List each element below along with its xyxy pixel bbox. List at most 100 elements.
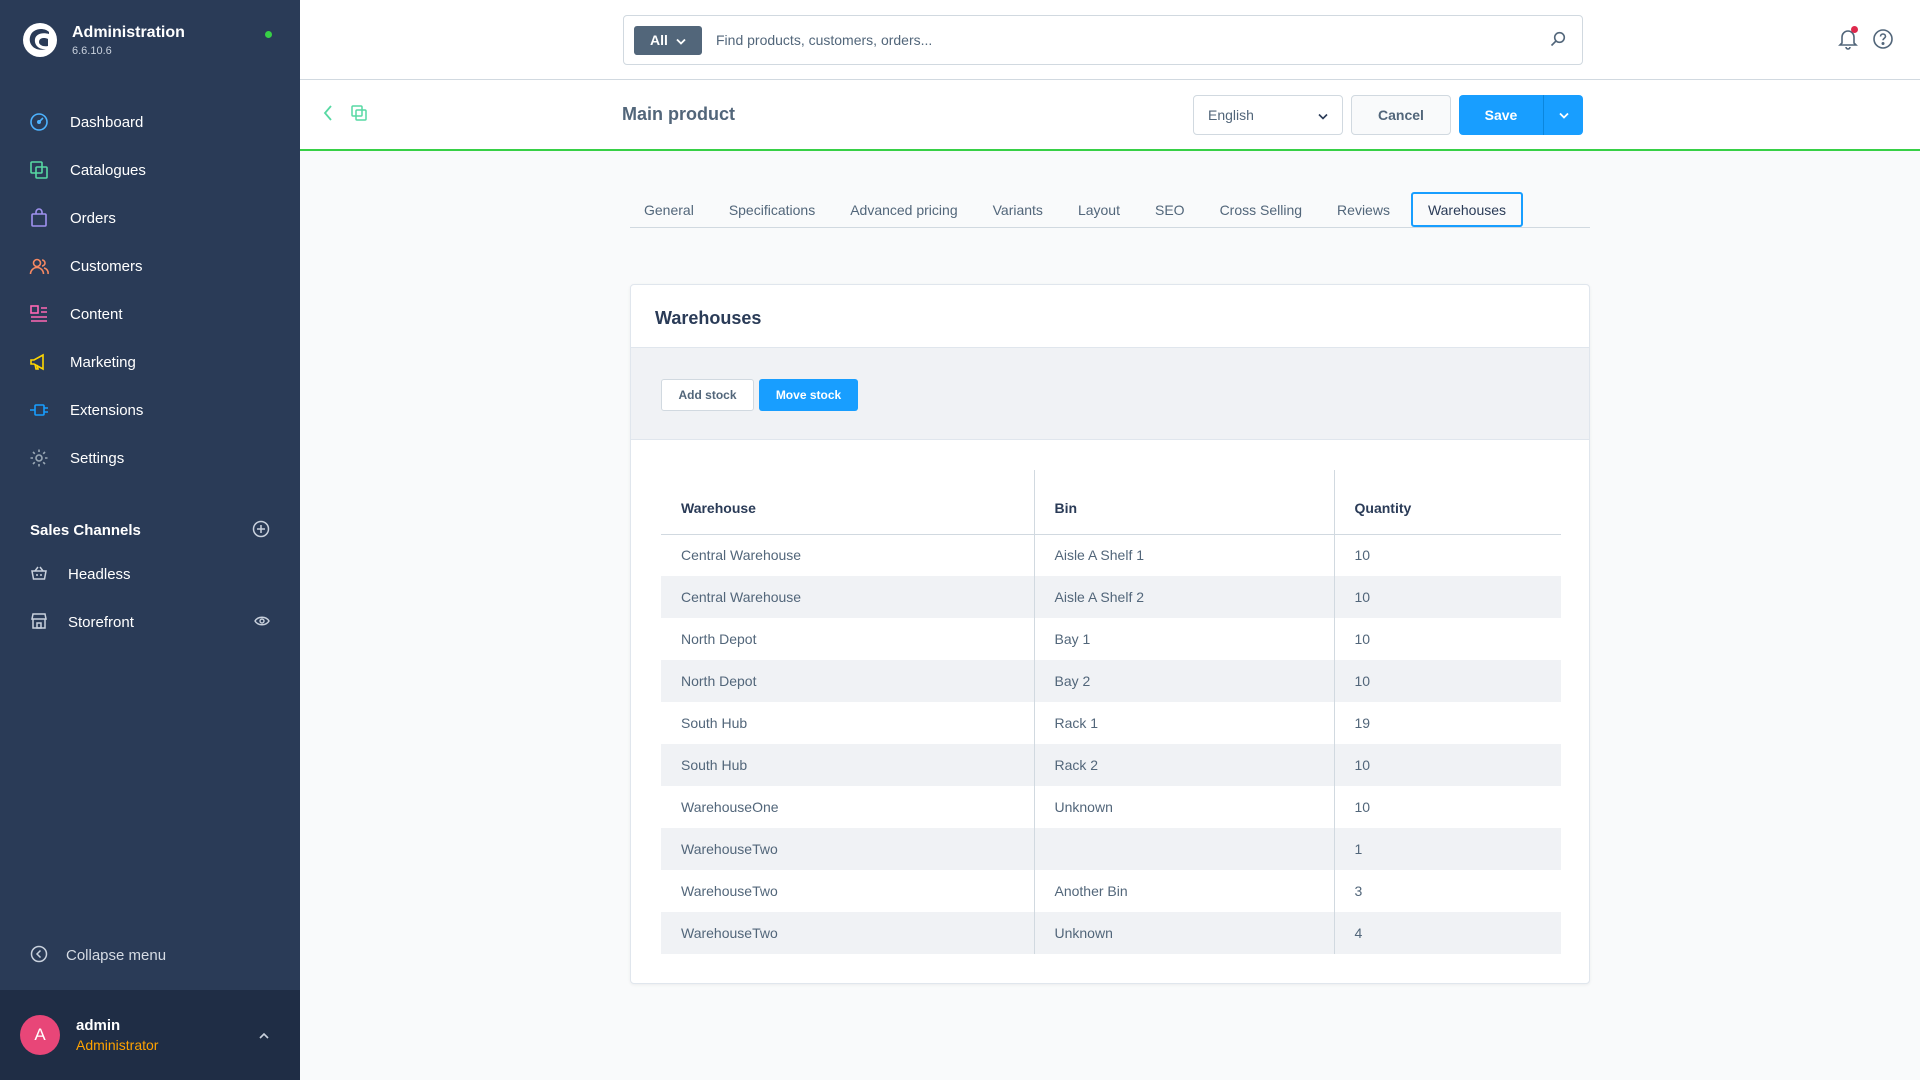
- cell-quantity: 4: [1333, 912, 1561, 954]
- sidebar-item-extensions[interactable]: Extensions: [0, 386, 300, 434]
- marketing-icon: [28, 351, 50, 373]
- cell-quantity: 19: [1333, 702, 1561, 744]
- column-header-quantity[interactable]: Quantity: [1333, 470, 1561, 535]
- column-header-warehouse[interactable]: Warehouse: [661, 470, 1034, 535]
- sidebar-item-customers[interactable]: Customers: [0, 242, 300, 290]
- search-type-select[interactable]: All: [634, 25, 702, 55]
- save-button[interactable]: Save: [1459, 95, 1543, 135]
- table-row[interactable]: WarehouseTwo Unknown 4: [661, 912, 1561, 954]
- cell-bin: Another Bin: [1033, 870, 1334, 912]
- sales-channels-title: Sales Channels: [30, 522, 141, 539]
- sales-channel-headless[interactable]: Headless: [0, 550, 300, 598]
- table-row[interactable]: WarehouseTwo Another Bin 3: [661, 870, 1561, 912]
- eye-icon[interactable]: [254, 614, 270, 630]
- collapse-menu-button[interactable]: Collapse menu: [30, 945, 166, 966]
- tab-seo[interactable]: SEO: [1141, 192, 1199, 227]
- notifications-bell-icon[interactable]: [1838, 26, 1858, 53]
- settings-icon: [28, 447, 50, 469]
- help-icon[interactable]: [1872, 28, 1894, 53]
- table-row[interactable]: WarehouseTwo 1: [661, 828, 1561, 870]
- table-row[interactable]: North Depot Bay 2 10: [661, 660, 1561, 702]
- dashboard-icon: [28, 111, 50, 133]
- table-row[interactable]: North Depot Bay 1 10: [661, 618, 1561, 660]
- tab-specifications[interactable]: Specifications: [715, 192, 829, 227]
- cell-bin: Unknown: [1033, 786, 1334, 828]
- content-icon: [28, 303, 50, 325]
- cell-bin: Rack 1: [1033, 702, 1334, 744]
- language-select[interactable]: English: [1193, 95, 1343, 135]
- extensions-icon: [28, 399, 50, 421]
- cell-quantity: 1: [1333, 828, 1561, 870]
- cell-quantity: 10: [1333, 786, 1561, 828]
- cell-bin: Rack 2: [1033, 744, 1334, 786]
- status-indicator: [265, 31, 272, 38]
- chevron-left-icon[interactable]: [322, 104, 334, 125]
- search-input[interactable]: [716, 32, 1550, 48]
- sidebar-item-settings[interactable]: Settings: [0, 434, 300, 482]
- app-version: 6.6.10.6: [72, 44, 112, 57]
- move-stock-button[interactable]: Move stock: [759, 379, 858, 411]
- catalogue-icon: [28, 159, 50, 181]
- table-body: Central Warehouse Aisle A Shelf 1 10 Centr…: [661, 534, 1561, 954]
- customers-icon: [28, 255, 50, 277]
- cell-warehouse: South Hub: [661, 744, 1034, 786]
- sidebar-item-label: Customers: [70, 257, 143, 275]
- shopware-logo-icon: [22, 22, 58, 58]
- cell-warehouse: Central Warehouse: [661, 576, 1034, 618]
- sidebar-item-catalogues[interactable]: Catalogues: [0, 146, 300, 194]
- sidebar-item-dashboard[interactable]: Dashboard: [0, 98, 300, 146]
- column-header-bin[interactable]: Bin: [1033, 470, 1334, 535]
- table-row[interactable]: South Hub Rack 2 10: [661, 744, 1561, 786]
- sidebar-item-marketing[interactable]: Marketing: [0, 338, 300, 386]
- cell-quantity: 10: [1333, 660, 1561, 702]
- search-type-label: All: [650, 32, 668, 48]
- user-menu[interactable]: A admin Administrator: [0, 990, 300, 1080]
- storefront-icon: [30, 612, 48, 633]
- tab-variants[interactable]: Variants: [979, 192, 1057, 227]
- chevron-down-icon: [1558, 112, 1569, 119]
- table-row[interactable]: WarehouseOne Unknown 10: [661, 786, 1561, 828]
- sidebar: Administration 6.6.10.6 Dashboard Catalo…: [0, 0, 300, 1080]
- warehouses-card: Warehouses Add stock Move stock Warehous…: [630, 284, 1590, 984]
- cell-bin: Bay 1: [1033, 618, 1334, 660]
- cell-quantity: 10: [1333, 534, 1561, 576]
- tab-advanced-pricing[interactable]: Advanced pricing: [836, 192, 971, 227]
- sidebar-item-label: Extensions: [70, 401, 144, 419]
- sales-channel-list: Headless Storefront: [0, 550, 300, 646]
- tab-layout[interactable]: Layout: [1064, 192, 1134, 227]
- sidebar-item-label: Marketing: [70, 353, 136, 371]
- sidebar-item-orders[interactable]: Orders: [0, 194, 300, 242]
- save-options-toggle[interactable]: [1543, 95, 1583, 135]
- cancel-button[interactable]: Cancel: [1351, 95, 1451, 135]
- tab-general[interactable]: General: [630, 192, 708, 227]
- sales-channel-storefront[interactable]: Storefront: [0, 598, 300, 646]
- add-sales-channel-icon[interactable]: [252, 520, 270, 541]
- warehouse-stock-table: Warehouse Bin Quantity Central Warehouse…: [661, 470, 1561, 954]
- tab-warehouses[interactable]: Warehouses: [1410, 192, 1524, 227]
- user-role: Administrator: [76, 1037, 159, 1053]
- page-title: Main product: [622, 104, 735, 124]
- basket-icon: [30, 564, 48, 585]
- duplicate-icon[interactable]: [350, 104, 368, 125]
- collapse-menu-label: Collapse menu: [66, 947, 167, 964]
- table-row[interactable]: Central Warehouse Aisle A Shelf 2 10: [661, 576, 1561, 618]
- sales-channel-label: Storefront: [68, 613, 134, 631]
- tab-reviews[interactable]: Reviews: [1323, 192, 1404, 227]
- tab-cross-selling[interactable]: Cross Selling: [1206, 192, 1316, 227]
- main-nav: Dashboard Catalogues Orders Customers Co…: [0, 98, 300, 482]
- cell-quantity: 3: [1333, 870, 1561, 912]
- search-icon[interactable]: [1550, 31, 1566, 50]
- brand[interactable]: Administration 6.6.10.6: [22, 22, 185, 58]
- cell-warehouse: North Depot: [661, 660, 1034, 702]
- add-stock-button[interactable]: Add stock: [661, 379, 754, 411]
- cell-bin: Aisle A Shelf 1: [1033, 534, 1334, 576]
- table-row[interactable]: Central Warehouse Aisle A Shelf 1 10: [661, 534, 1561, 576]
- card-toolbar: Add stock Move stock: [631, 347, 1589, 440]
- card-title: Warehouses: [655, 308, 762, 328]
- table-row[interactable]: South Hub Rack 1 19: [661, 702, 1561, 744]
- chevron-up-icon[interactable]: [258, 1027, 270, 1043]
- top-icons: [1838, 26, 1894, 53]
- app-title: Administration: [72, 23, 185, 41]
- sidebar-item-content[interactable]: Content: [0, 290, 300, 338]
- cell-warehouse: WarehouseOne: [681, 799, 779, 815]
